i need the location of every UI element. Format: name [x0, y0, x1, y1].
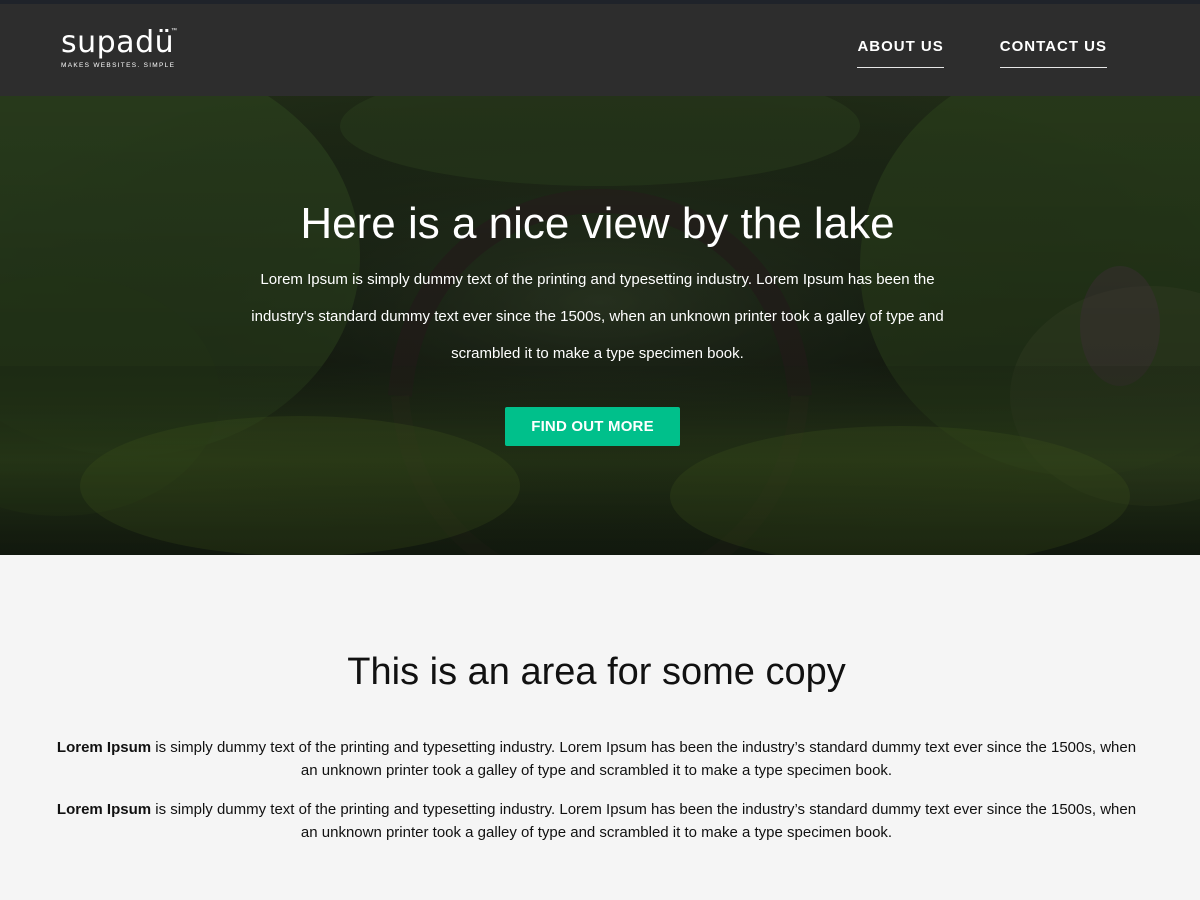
nav-contact-us[interactable]: CONTACT US	[999, 38, 1107, 68]
copy-paragraph: Lorem Ipsum is simply dummy text of the …	[50, 736, 1143, 782]
site-header: supadü ™ MAKES WEBSITES. SIMPLE ABOUT US…	[0, 4, 1200, 96]
hero-title: Here is a nice view by the lake	[300, 199, 895, 248]
hero-banner: Here is a nice view by the lake Lorem Ip…	[0, 96, 1200, 555]
copy-section: This is an area for some copy Lorem Ipsu…	[0, 555, 1200, 900]
brand-name: supadü	[61, 25, 175, 60]
find-out-more-button[interactable]: FIND OUT MORE	[505, 407, 680, 446]
paragraph-lead: Lorem Ipsum	[56, 739, 152, 756]
brand-logo[interactable]: supadü ™ MAKES WEBSITES. SIMPLE	[61, 25, 177, 70]
paragraph-text: is simply dummy text of the printing and…	[151, 801, 1137, 841]
paragraph-lead: Lorem Ipsum	[56, 801, 152, 818]
hero-text: Lorem Ipsum is simply dummy text of the …	[251, 271, 944, 362]
nav-about-us[interactable]: ABOUT US	[857, 38, 944, 68]
trademark-mark: ™	[171, 28, 177, 34]
main-nav: ABOUT US CONTACT US	[801, 4, 1107, 96]
copy-title: This is an area for some copy	[347, 651, 846, 693]
hero-content: Here is a nice view by the lake Lorem Ip…	[0, 96, 1200, 555]
copy-paragraph: Lorem Ipsum is simply dummy text of the …	[50, 798, 1143, 844]
brand-tagline: MAKES WEBSITES. SIMPLE	[61, 62, 176, 69]
paragraph-text: is simply dummy text of the printing and…	[151, 739, 1137, 779]
